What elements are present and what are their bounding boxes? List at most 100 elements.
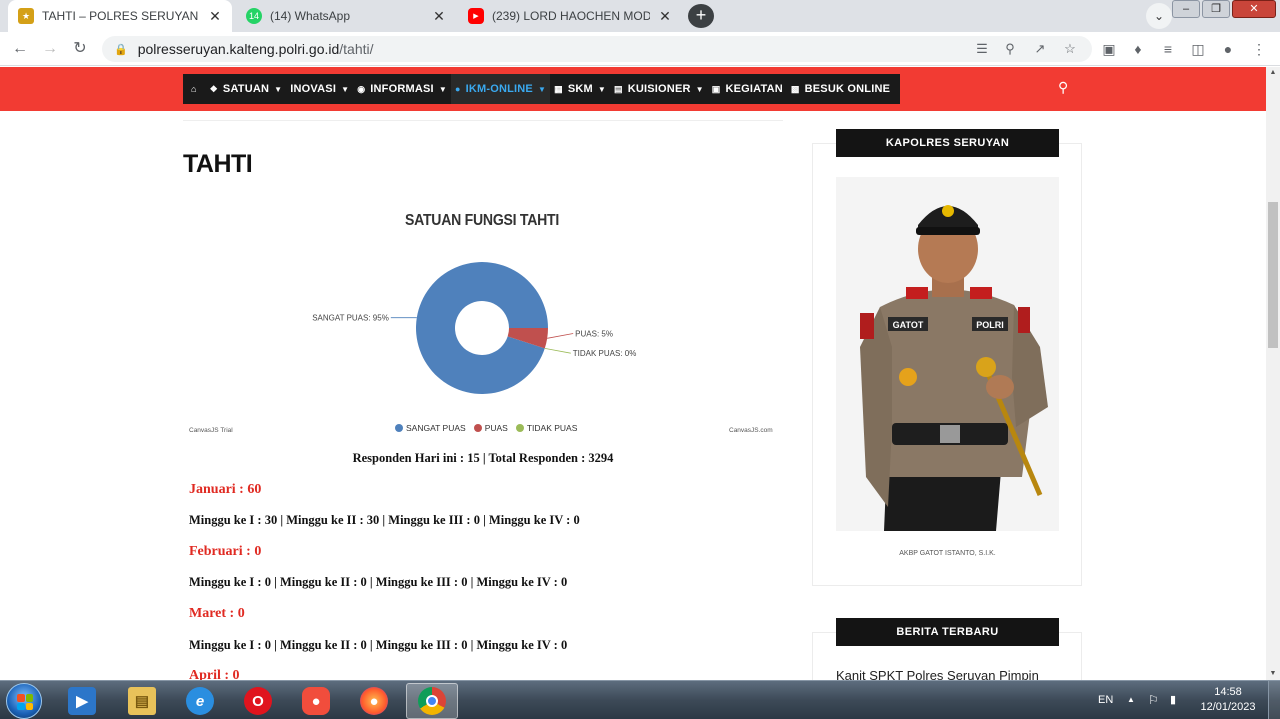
legend-swatch [515, 424, 524, 432]
nav-home[interactable]: ⌂ [187, 74, 206, 104]
share-icon[interactable]: ↗ [1030, 38, 1050, 60]
clock-time: 14:58 [1214, 686, 1242, 698]
scroll-down-icon[interactable]: ▼ [1266, 668, 1280, 680]
nav-skm[interactable]: ▦ SKM ▼ [550, 74, 610, 104]
tray-expand-icon[interactable]: ▲ [1127, 680, 1135, 719]
window-close-icon[interactable]: ✕ [1232, 0, 1276, 18]
close-tab-icon[interactable]: ✕ [208, 8, 222, 25]
windows-taskbar: ▶ ▤ e O ● ● [0, 680, 1280, 719]
tab-whatsapp[interactable]: 14 (14) WhatsApp ✕ [236, 0, 456, 32]
network-signal-icon[interactable]: ▮ [1170, 680, 1176, 719]
canvasjs-link[interactable]: CanvasJS.com [729, 427, 773, 434]
nav-besuk-online[interactable]: ▩ BESUK ONLINE [787, 74, 894, 104]
label-leader-line [547, 333, 574, 339]
id-card-icon: ▩ [790, 83, 800, 94]
url-path: /tahti/ [339, 41, 374, 57]
media-player-taskbar-icon[interactable]: ▶ [56, 683, 108, 719]
new-tab-button[interactable]: + [688, 4, 714, 28]
nav-ikm-online[interactable]: ● IKM-ONLINE ▼ [450, 74, 551, 104]
firefox-taskbar-icon[interactable]: ● [348, 683, 400, 719]
tab-search-button[interactable]: ⌄ [1146, 3, 1172, 29]
back-icon[interactable]: ← [9, 38, 31, 60]
start-button[interactable] [6, 683, 42, 719]
file-explorer-taskbar-icon[interactable]: ▤ [116, 683, 168, 719]
weeks-februari: Minggu ke I : 0 | Minggu ke II : 0 | Min… [189, 575, 568, 589]
side-panel-icon[interactable]: ◫ [1187, 38, 1209, 60]
satisfaction-donut-chart[interactable]: SANGAT PUAS: 95% PUAS: 5% TIDAK PUAS: 0% [300, 240, 664, 420]
chevron-down-icon: ▼ [274, 84, 283, 94]
tab-tahti[interactable]: ★ TAHTI – POLRES SERUYAN ✕ [8, 0, 232, 32]
polres-favicon-icon: ★ [18, 8, 34, 24]
photo-caption: AKBP GATOT ISTANTO, S.I.K. [899, 550, 996, 557]
whatsapp-favicon-icon: 14 [246, 8, 262, 24]
slice-index-label: PUAS: 5% [575, 330, 613, 339]
lock-icon: 🔒 [114, 43, 128, 56]
legend-item-sangat-puas[interactable]: SANGAT PUAS [395, 423, 466, 433]
close-tab-icon[interactable]: ✕ [432, 8, 446, 25]
window-controls: – ❐ ✕ [1170, 0, 1276, 18]
browser-toolbar: ← → ↻ 🔒 polresseruyan.kalteng.polri.go.i… [0, 32, 1280, 66]
scroll-thumb[interactable] [1268, 202, 1278, 348]
slice-index-label: SANGAT PUAS: 95% [312, 314, 389, 323]
close-tab-icon[interactable]: ✕ [658, 8, 672, 25]
legend-swatch [473, 424, 482, 432]
nav-label: IKM-ONLINE [465, 83, 533, 95]
translate-icon[interactable]: ☰ [972, 38, 992, 60]
nav-kuisioner[interactable]: ▤ KUISIONER ▼ [610, 74, 708, 104]
weeks-januari: Minggu ke I : 30 | Minggu ke II : 30 | M… [189, 513, 580, 527]
chevron-down-icon: ▼ [537, 84, 547, 94]
chrome-taskbar-icon[interactable] [406, 683, 458, 719]
scroll-up-icon[interactable]: ▲ [1266, 67, 1280, 79]
reading-list-icon[interactable]: ≡ [1157, 38, 1179, 60]
month-januari: Januari : 60 [189, 482, 262, 497]
legend-label: TIDAK PUAS [526, 423, 578, 433]
info-circle-icon: ❖ [209, 83, 218, 94]
windows-logo-icon [17, 694, 33, 710]
name-badge-text: GATOT [893, 320, 924, 330]
kapolres-photo: GATOT POLRI [836, 177, 1059, 531]
forward-icon[interactable]: → [39, 38, 61, 60]
chevron-down-icon: ▼ [341, 84, 350, 94]
show-desktop-button[interactable] [1268, 681, 1280, 719]
nav-informasi[interactable]: ◉ INFORMASI ▼ [353, 74, 451, 104]
chart-title: SATUAN FUNGSI TAHTI [404, 212, 560, 229]
nav-label: INOVASI [290, 83, 337, 95]
taskbar-clock[interactable]: 14:58 12/01/2023 [1193, 685, 1263, 715]
zoom-icon[interactable]: ⚲ [1000, 38, 1020, 60]
nav-satuan[interactable]: ❖ SATUAN ▼ [206, 74, 287, 104]
site-search-icon[interactable]: ⚲ [1058, 79, 1068, 96]
chevron-down-icon: ▼ [438, 84, 447, 94]
table-icon: ▦ [554, 83, 563, 94]
home-icon: ⌂ [191, 84, 197, 94]
action-center-icon[interactable]: ⚐ [1148, 680, 1159, 719]
news-heading: BERITA TERBARU [836, 618, 1059, 646]
minimize-icon[interactable]: – [1172, 0, 1200, 18]
legend-label: SANGAT PUAS [406, 423, 466, 433]
chevron-down-icon: ▼ [695, 84, 704, 94]
chart-legend: SANGAT PUAS PUAS TIDAK PUAS [395, 423, 585, 433]
extensions-puzzle-icon[interactable]: ♦ [1127, 38, 1149, 60]
reload-icon[interactable]: ↻ [69, 38, 91, 60]
bookmark-star-icon[interactable]: ☆ [1060, 38, 1080, 60]
tab-title: TAHTI – POLRES SERUYAN [42, 9, 199, 23]
polri-badge-text: POLRI [976, 320, 1004, 330]
profile-avatar-icon[interactable]: ● [1217, 38, 1239, 60]
chevron-down-icon: ▼ [597, 84, 606, 94]
browser-tab-strip: ★ TAHTI – POLRES SERUYAN ✕ 14 (14) Whats… [0, 0, 1280, 32]
menu-kebab-icon[interactable]: ⋮ [1248, 38, 1270, 60]
internet-explorer-taskbar-icon[interactable]: e [174, 683, 226, 719]
address-bar[interactable]: 🔒 polresseruyan.kalteng.polri.go.id/taht… [102, 36, 1092, 62]
language-indicator[interactable]: EN [1098, 680, 1113, 719]
opera-taskbar-icon[interactable]: O [232, 683, 284, 719]
nav-kegiatan[interactable]: ▣ KEGIATAN [708, 74, 787, 104]
page-scrollbar[interactable]: ▲ ▼ [1266, 67, 1280, 680]
document-icon: ▤ [613, 83, 623, 94]
month-februari: Februari : 0 [189, 544, 262, 559]
legend-item-tidak-puas[interactable]: TIDAK PUAS [515, 423, 578, 433]
maximize-icon[interactable]: ❐ [1202, 0, 1230, 18]
tab-youtube[interactable]: ▶ (239) LORD HAOCHEN MODE IB ✕ [458, 0, 682, 32]
legend-item-puas[interactable]: PUAS [473, 423, 508, 433]
screenshot-extension-icon[interactable]: ▣ [1098, 38, 1120, 60]
photo-app-taskbar-icon[interactable]: ● [290, 683, 342, 719]
nav-inovasi[interactable]: INOVASI ▼ [286, 74, 353, 104]
